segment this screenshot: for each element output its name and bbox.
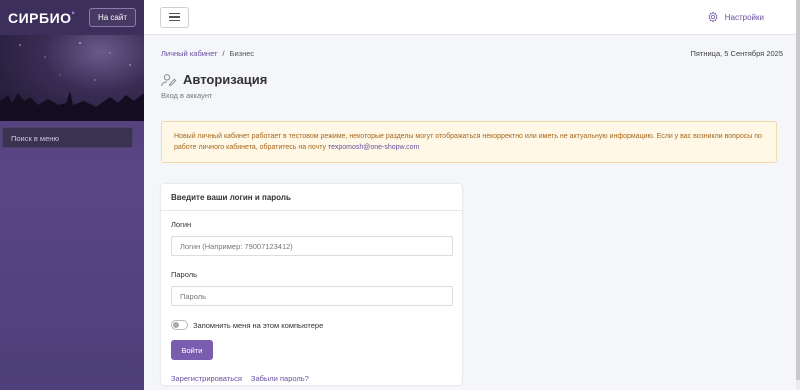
logo-mark: ° — [71, 9, 76, 19]
login-card-header: Введите ваши логин и пароль — [161, 184, 462, 211]
forgot-password-link[interactable]: Забыли пароль? — [251, 374, 309, 383]
login-input[interactable]: Логин (Например: 79007123412) — [171, 236, 453, 256]
remember-me-row: Запомнить меня на этом компьютере — [171, 320, 452, 330]
page-scrollbar[interactable] — [796, 0, 800, 390]
hamburger-icon[interactable] — [160, 6, 189, 28]
auth-links: Зарегистрироваться Забыли пароль? — [171, 374, 452, 383]
breadcrumb: Личный кабинет / Бизнес Пятница, 5 Сентя… — [161, 35, 783, 72]
scrollbar-thumb[interactable] — [796, 0, 800, 380]
menu-search-input[interactable]: Поиск в меню — [2, 127, 133, 148]
to-site-button[interactable]: На сайт — [88, 8, 136, 27]
login-label: Логин — [171, 220, 192, 229]
register-link[interactable]: Зарегистрироваться — [171, 374, 242, 383]
breadcrumb-home-link[interactable]: Личный кабинет — [161, 49, 217, 58]
alert-text: Новый личный кабинет работает в тестовом… — [174, 133, 762, 151]
page-subtitle: Вход в аккаунт — [161, 91, 213, 100]
test-mode-alert: Новый личный кабинет работает в тестовом… — [161, 121, 777, 163]
night-sky-icon — [0, 42, 144, 121]
brand-bar: СИРБИО° На сайт — [0, 0, 144, 35]
logo-text: СИРБИО — [8, 9, 72, 26]
gear-icon — [708, 11, 718, 23]
login-form: Логин Логин (Например: 79007123412) Паро… — [161, 211, 462, 390]
breadcrumb-separator: / — [222, 49, 225, 58]
settings-button[interactable]: Настройки — [707, 11, 764, 23]
main-content: Личный кабинет / Бизнес Пятница, 5 Сентя… — [144, 35, 800, 390]
user-edit-icon — [161, 73, 177, 86]
password-input[interactable]: Пароль — [171, 286, 453, 306]
current-date: Пятница, 5 Сентября 2025 — [690, 49, 783, 58]
logo[interactable]: СИРБИО° — [8, 10, 75, 26]
remember-me-label: Запомнить меня на этом компьютере — [193, 320, 324, 330]
login-card: Введите ваши логин и пароль Логин Логин … — [161, 184, 462, 385]
settings-label: Настройки — [724, 12, 764, 22]
sidebar-hero-image — [0, 35, 144, 121]
sidebar: СИРБИО° На сайт Поиск в меню — [0, 0, 144, 390]
login-button[interactable]: Войти — [171, 340, 213, 360]
password-label: Пароль — [171, 270, 198, 279]
page-title: Авторизация — [183, 72, 268, 87]
breadcrumb-current: Бизнес — [229, 49, 255, 58]
remember-me-toggle[interactable] — [171, 320, 188, 330]
topbar: Настройки — [144, 0, 800, 35]
support-email-link[interactable]: техpomosh@one-shopw.com — [328, 144, 419, 151]
page-header: Авторизация — [161, 72, 783, 87]
